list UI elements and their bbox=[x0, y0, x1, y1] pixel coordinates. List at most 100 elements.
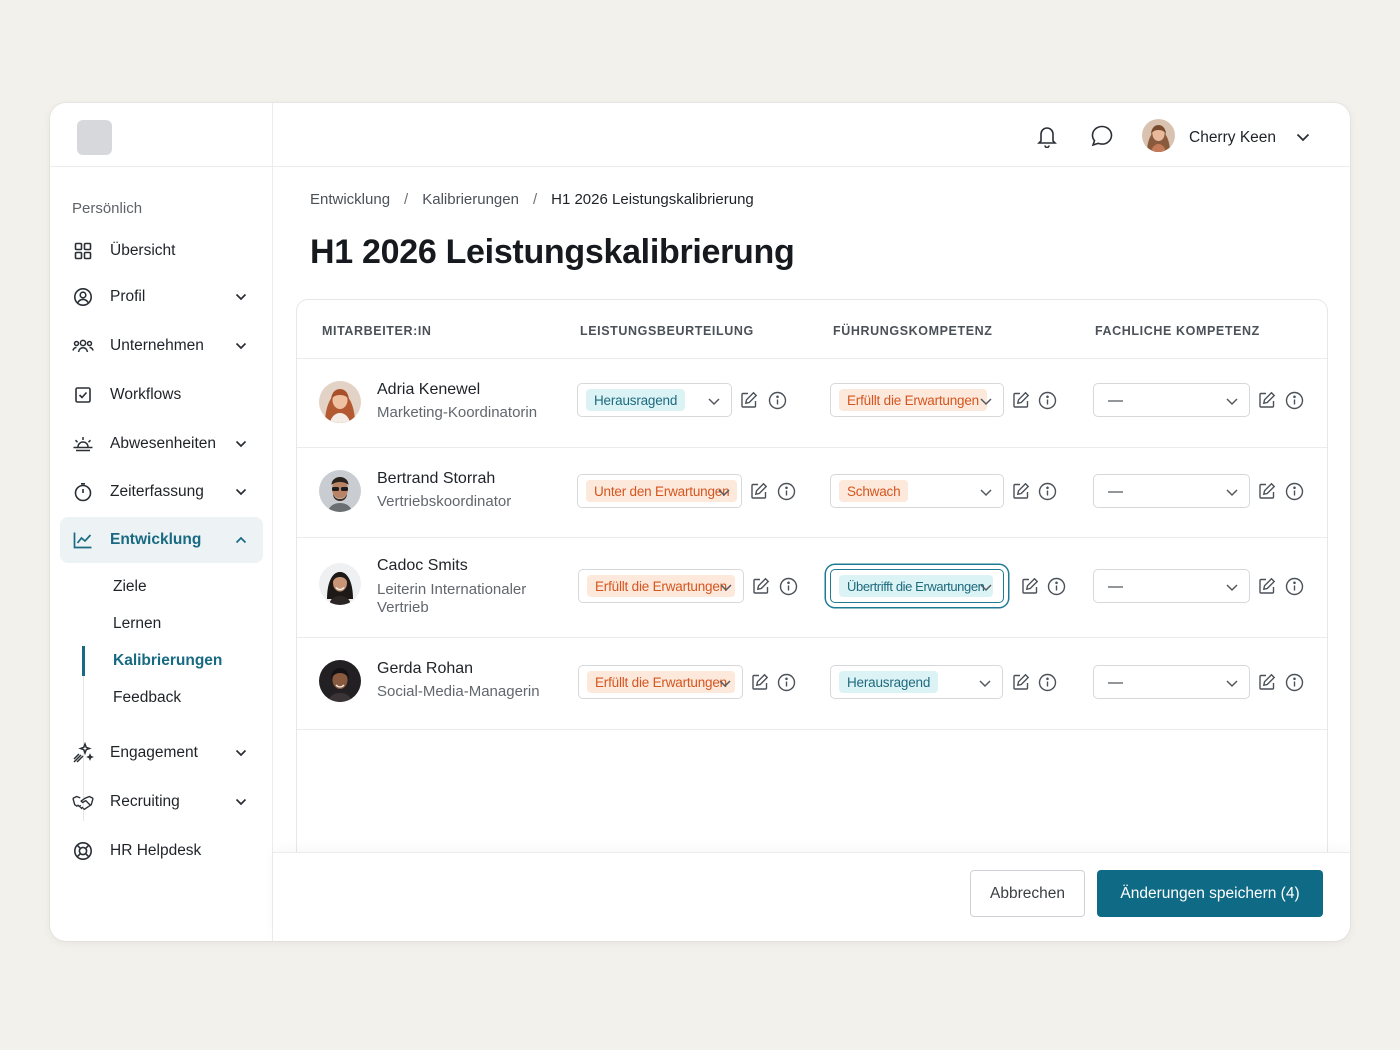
edit-icon[interactable] bbox=[1257, 672, 1277, 692]
leistung-select[interactable]: Unter den Erwartungen bbox=[577, 474, 742, 508]
chevron-down-icon bbox=[233, 745, 249, 761]
handshake-icon bbox=[72, 791, 94, 813]
employee-name: Adria Kenewel bbox=[377, 381, 481, 398]
info-icon[interactable] bbox=[767, 390, 787, 410]
leistung-select[interactable]: Herausragend bbox=[577, 383, 732, 417]
edit-icon[interactable] bbox=[739, 390, 759, 410]
sidebar-item-label: Zeiterfassung bbox=[110, 483, 204, 500]
rating-badge: Erfüllt die Erwartungen bbox=[587, 671, 735, 693]
sidebar-item-uebersicht[interactable]: Übersicht bbox=[60, 228, 263, 274]
subnav-item-lernen[interactable]: Lernen bbox=[113, 615, 161, 633]
sidebar-item-workflows[interactable]: Workflows bbox=[60, 372, 263, 418]
info-icon[interactable] bbox=[1284, 576, 1304, 596]
chevron-up-icon bbox=[233, 532, 249, 548]
breadcrumb-item-entwicklung[interactable]: Entwicklung bbox=[310, 191, 390, 208]
info-icon[interactable] bbox=[776, 481, 796, 501]
empty-value: — bbox=[1108, 391, 1123, 409]
chevron-down-icon bbox=[233, 484, 249, 500]
sidebar-item-entwicklung[interactable]: Entwicklung bbox=[60, 517, 263, 563]
people-icon bbox=[72, 335, 94, 357]
info-icon[interactable] bbox=[1284, 390, 1304, 410]
edit-icon[interactable] bbox=[1011, 672, 1031, 692]
info-icon[interactable] bbox=[1046, 576, 1066, 596]
employee-name: Gerda Rohan bbox=[377, 660, 474, 677]
leistung-select[interactable]: Erfüllt die Erwartungen bbox=[578, 569, 744, 603]
info-icon[interactable] bbox=[1037, 672, 1057, 692]
subnav-item-ziele[interactable]: Ziele bbox=[113, 578, 147, 596]
chevron-down-icon bbox=[233, 794, 249, 810]
user-avatar[interactable] bbox=[1142, 119, 1175, 152]
subnav-active-indicator bbox=[82, 646, 85, 676]
fuehrung-select[interactable]: Übertrifft die Erwartungen bbox=[830, 569, 1004, 603]
info-icon[interactable] bbox=[1284, 481, 1304, 501]
cancel-button[interactable]: Abbrechen bbox=[970, 870, 1085, 917]
info-icon[interactable] bbox=[778, 576, 798, 596]
edit-icon[interactable] bbox=[1257, 576, 1277, 596]
sidebar-item-abwesenheiten[interactable]: Abwesenheiten bbox=[60, 421, 263, 467]
chevron-down-icon bbox=[1225, 394, 1239, 408]
info-icon[interactable] bbox=[776, 672, 796, 692]
empty-value: — bbox=[1108, 577, 1123, 595]
rating-badge: Unter den Erwartungen bbox=[586, 480, 738, 502]
save-changes-button[interactable]: Änderungen speichern (4) bbox=[1097, 870, 1323, 917]
edit-icon[interactable] bbox=[1257, 390, 1277, 410]
sidebar-item-label: Abwesenheiten bbox=[110, 435, 216, 452]
info-icon[interactable] bbox=[1037, 481, 1057, 501]
edit-icon[interactable] bbox=[1257, 481, 1277, 501]
logo[interactable] bbox=[77, 120, 112, 155]
chevron-down-icon bbox=[979, 485, 993, 499]
sidebar-item-label: Entwicklung bbox=[110, 531, 202, 548]
chevron-down-icon bbox=[1225, 676, 1239, 690]
sidebar-item-profil[interactable]: Profil bbox=[60, 274, 263, 320]
fachlich-select[interactable]: — bbox=[1093, 665, 1250, 699]
info-icon[interactable] bbox=[1037, 390, 1057, 410]
sidebar-item-label: Workflows bbox=[110, 386, 182, 403]
fachlich-select[interactable]: — bbox=[1093, 383, 1250, 417]
edit-icon[interactable] bbox=[749, 481, 769, 501]
sidebar-item-label: HR Helpdesk bbox=[110, 842, 202, 859]
sidebar-item-unternehmen[interactable]: Unternehmen bbox=[60, 323, 263, 369]
chat-icon[interactable] bbox=[1089, 123, 1115, 149]
edit-icon[interactable] bbox=[1020, 576, 1040, 596]
chevron-down-icon[interactable] bbox=[1296, 129, 1312, 145]
stopwatch-icon bbox=[72, 481, 94, 503]
sidebar: Persönlich Übersicht Profil Unternehmen bbox=[50, 103, 273, 941]
breadcrumb-item-kalibrierungen[interactable]: Kalibrierungen bbox=[422, 191, 519, 208]
fuehrung-select[interactable]: Schwach bbox=[830, 474, 1004, 508]
leistung-select[interactable]: Erfüllt die Erwartungen bbox=[578, 665, 743, 699]
fachlich-select[interactable]: — bbox=[1093, 474, 1250, 508]
chevron-down-icon bbox=[707, 394, 721, 408]
edit-icon[interactable] bbox=[1011, 390, 1031, 410]
chevron-down-icon bbox=[719, 580, 733, 594]
fuehrung-select[interactable]: Erfüllt die Erwartungen bbox=[830, 383, 1004, 417]
edit-icon[interactable] bbox=[1011, 481, 1031, 501]
chevron-down-icon bbox=[718, 676, 732, 690]
sidebar-item-label: Übersicht bbox=[110, 242, 176, 259]
employee-name: Bertrand Storrah bbox=[377, 470, 496, 487]
sidebar-item-label: Profil bbox=[110, 288, 146, 305]
sidebar-item-zeiterfassung[interactable]: Zeiterfassung bbox=[60, 469, 263, 515]
breadcrumb: Entwicklung / Kalibrierungen / H1 2026 L… bbox=[310, 191, 754, 208]
subnav-item-feedback[interactable]: Feedback bbox=[113, 689, 181, 707]
app-window: Persönlich Übersicht Profil Unternehmen bbox=[50, 103, 1350, 941]
chevron-down-icon bbox=[717, 485, 731, 499]
fuehrung-select[interactable]: Herausragend bbox=[830, 665, 1003, 699]
sidebar-item-hr-helpdesk[interactable]: HR Helpdesk bbox=[60, 828, 263, 874]
employee-role: Vertriebskoordinator bbox=[377, 493, 512, 510]
edit-icon[interactable] bbox=[750, 672, 770, 692]
bell-icon[interactable] bbox=[1034, 123, 1060, 149]
footer-action-bar: Abbrechen Änderungen speichern (4) bbox=[273, 852, 1350, 941]
fachlich-select[interactable]: — bbox=[1093, 569, 1250, 603]
edit-icon[interactable] bbox=[751, 576, 771, 596]
sidebar-item-engagement[interactable]: Engagement bbox=[60, 730, 263, 776]
subnav-item-kalibrierungen[interactable]: Kalibrierungen bbox=[113, 652, 222, 670]
employee-role: Leiterin Internationaler Vertrieb bbox=[377, 581, 527, 616]
sidebar-item-recruiting[interactable]: Recruiting bbox=[60, 779, 263, 825]
user-name[interactable]: Cherry Keen bbox=[1189, 129, 1276, 147]
grid-icon bbox=[72, 240, 94, 262]
info-icon[interactable] bbox=[1284, 672, 1304, 692]
chevron-down-icon bbox=[233, 338, 249, 354]
page-title: H1 2026 Leistungskalibrierung bbox=[310, 233, 795, 271]
chevron-down-icon bbox=[233, 436, 249, 452]
rating-badge: Erfüllt die Erwartungen bbox=[587, 575, 735, 597]
